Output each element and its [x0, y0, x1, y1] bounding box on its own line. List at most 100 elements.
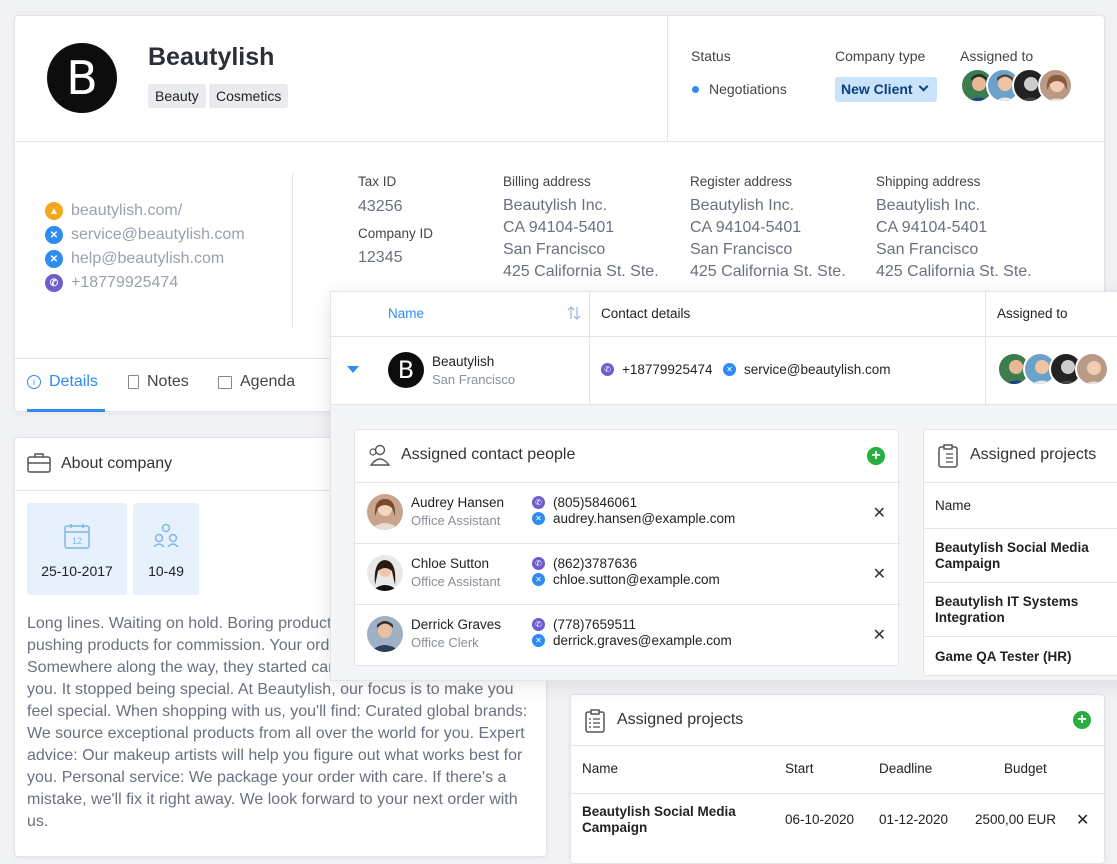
- project-name[interactable]: Beautylish Social Media Campaign: [935, 540, 1105, 572]
- col-contact-details[interactable]: Contact details: [601, 306, 690, 321]
- company-id-label: Company ID: [358, 226, 434, 241]
- avatar[interactable]: [1075, 352, 1109, 386]
- chevron-down-icon: [918, 81, 929, 92]
- email-icon: ✕: [45, 250, 63, 268]
- project-name[interactable]: Beautylish Social Media Campaign: [582, 804, 752, 836]
- email-link[interactable]: ✕ service@beautylish.com: [45, 226, 245, 244]
- shipping-address: Beautylish Inc. CA 94104-5401 San Francisc…: [876, 197, 1032, 280]
- contact-people-title: Assigned contact people: [401, 446, 576, 463]
- tab-label: Details: [49, 373, 98, 390]
- remove-button[interactable]: ✕: [873, 503, 886, 523]
- tab-details[interactable]: i Details: [27, 373, 98, 391]
- phone-link[interactable]: ✆ +18779925474: [45, 274, 178, 292]
- col-budget[interactable]: Budget: [1004, 761, 1047, 776]
- remove-button[interactable]: ✕: [873, 625, 886, 645]
- viber-icon: ✆: [601, 363, 614, 376]
- company-list-overlay: Name Contact details Assigned to B Beaut…: [330, 291, 1117, 681]
- phone-text: +18779925474: [71, 274, 179, 291]
- project-name[interactable]: Game QA Tester (HR): [935, 649, 1105, 665]
- email-text: help@beautylish.com: [71, 250, 225, 267]
- project-name[interactable]: Beautylish IT Systems Integration: [935, 594, 1105, 626]
- register-address-label: Register address: [690, 174, 793, 189]
- company-size: 10-49: [148, 563, 184, 579]
- person-name[interactable]: Derrick Graves: [411, 617, 501, 632]
- logo-letter: B: [66, 51, 98, 105]
- person-phone[interactable]: ✆ (805)5846061: [532, 495, 637, 510]
- col-name[interactable]: Name: [582, 761, 618, 776]
- briefcase-icon: [27, 453, 51, 473]
- col-start[interactable]: Start: [785, 761, 814, 776]
- row-email[interactable]: ✕ service@beautylish.com: [723, 362, 891, 377]
- viber-icon: ✆: [45, 274, 63, 292]
- add-project-button[interactable]: +: [1073, 711, 1091, 729]
- col-assigned-to[interactable]: Assigned to: [997, 306, 1068, 321]
- tag-beauty[interactable]: Beauty: [148, 84, 206, 108]
- project-item[interactable]: Beautylish IT Systems Integration: [924, 582, 1117, 636]
- company-id-value: 12345: [358, 249, 403, 266]
- status-value[interactable]: Negotiations: [709, 81, 787, 97]
- divider: [667, 16, 668, 141]
- about-title: About company: [61, 455, 173, 472]
- status-dot-icon: [692, 86, 699, 93]
- add-contact-button[interactable]: +: [867, 447, 885, 465]
- person-phone[interactable]: ✆ (778)7659511: [532, 617, 636, 632]
- person-role: Office Assistant: [411, 574, 501, 589]
- row-company-city: San Francisco: [432, 372, 516, 387]
- email-link[interactable]: ✕ help@beautylish.com: [45, 250, 224, 268]
- person-role: Office Assistant: [411, 513, 501, 528]
- assigned-to-label: Assigned to: [960, 48, 1034, 64]
- avatar[interactable]: [1038, 68, 1073, 103]
- caret-down-icon[interactable]: [347, 366, 359, 373]
- person-email[interactable]: ✕ chloe.sutton@example.com: [532, 572, 720, 587]
- billing-address-label: Billing address: [503, 174, 591, 189]
- remove-button[interactable]: ✕: [873, 564, 886, 584]
- company-logo: B: [47, 43, 117, 113]
- project-item[interactable]: Game QA Tester (HR): [924, 636, 1117, 677]
- document-icon: [128, 375, 139, 389]
- contact-person-row[interactable]: Chloe Sutton Office Assistant ✆ (862)3787…: [355, 544, 900, 605]
- company-type-value: New Client: [841, 81, 913, 97]
- company-name: Beautylish: [148, 43, 275, 71]
- projects-header: Name: [924, 482, 1117, 528]
- assigned-contact-people-card: Assigned contact people + Audrey Hansen …: [354, 429, 900, 666]
- tag-cosmetics[interactable]: Cosmetics: [209, 84, 289, 108]
- divider: [589, 292, 590, 405]
- person-name[interactable]: Chloe Sutton: [411, 556, 489, 571]
- row-phone[interactable]: ✆ +18779925474: [601, 362, 712, 377]
- website-link[interactable]: ▲ beautylish.com/: [45, 202, 182, 220]
- person-name[interactable]: Audrey Hansen: [411, 495, 504, 510]
- viber-icon: ✆: [532, 618, 545, 631]
- calendar-icon: [218, 375, 232, 389]
- sort-icon[interactable]: [567, 305, 581, 321]
- calendar-icon: 12: [64, 524, 90, 549]
- email-icon: ✕: [532, 634, 545, 647]
- company-type-dropdown[interactable]: New Client: [835, 77, 937, 102]
- billing-address: Beautylish Inc. CA 94104-5401 San Francisc…: [503, 197, 659, 280]
- company-type-label: Company type: [835, 48, 926, 64]
- avatar: [367, 616, 403, 652]
- table-row[interactable]: B Beautylish San Francisco ✆ +18779925474…: [331, 337, 1117, 405]
- founded-date: 25-10-2017: [41, 563, 113, 579]
- table-header: Name Contact details Assigned to: [331, 292, 1117, 337]
- tab-notes[interactable]: Notes: [128, 373, 189, 391]
- person-email[interactable]: ✕ audrey.hansen@example.com: [532, 511, 735, 526]
- assigned-projects-card: Assigned projects + Name Start Deadline …: [570, 694, 1106, 864]
- status-label: Status: [691, 48, 731, 64]
- col-deadline[interactable]: Deadline: [879, 761, 932, 776]
- person-role: Office Clerk: [411, 635, 479, 650]
- project-item[interactable]: Beautylish Social Media Campaign: [924, 528, 1117, 582]
- divider: [985, 292, 986, 405]
- col-name[interactable]: Name: [935, 498, 971, 514]
- clipboard-icon: [585, 709, 605, 733]
- contact-person-row[interactable]: Derrick Graves Office Clerk ✆ (778)765951…: [355, 605, 900, 666]
- shipping-address-label: Shipping address: [876, 174, 981, 189]
- avatar: [367, 555, 403, 591]
- person-email[interactable]: ✕ derrick.graves@example.com: [532, 633, 732, 648]
- tab-agenda[interactable]: Agenda: [218, 373, 295, 391]
- divider: [15, 358, 335, 359]
- col-name[interactable]: Name: [388, 306, 424, 321]
- row-company-name[interactable]: Beautylish: [432, 354, 494, 369]
- contact-person-row[interactable]: Audrey Hansen Office Assistant ✆ (805)584…: [355, 483, 900, 544]
- person-phone[interactable]: ✆ (862)3787636: [532, 556, 637, 571]
- remove-button[interactable]: ✕: [1076, 810, 1089, 830]
